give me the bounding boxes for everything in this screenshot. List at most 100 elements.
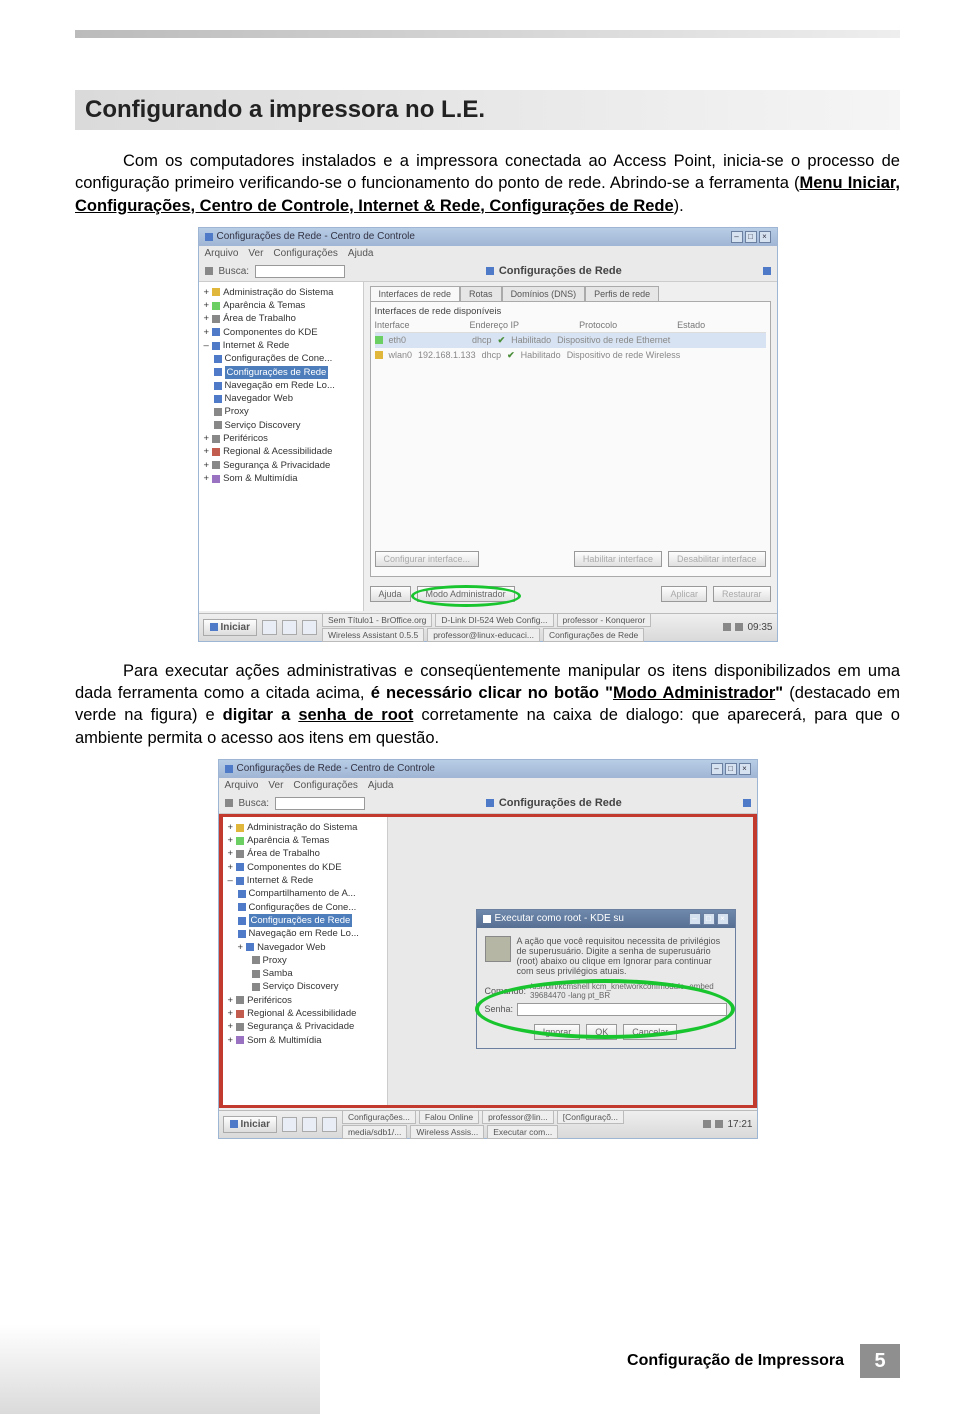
tree-item-selected[interactable]: Configurações de Rede xyxy=(226,914,384,927)
menubar: Arquivo Ver Configurações Ajuda xyxy=(219,778,757,794)
menu-item[interactable]: Configurações xyxy=(293,780,357,791)
maximize-icon[interactable]: □ xyxy=(703,913,715,925)
tree-item[interactable]: Navegação em Rede Lo... xyxy=(202,379,360,392)
dialog-icon xyxy=(483,915,491,923)
tree-item[interactable]: Compartilhamento de A... xyxy=(226,887,384,900)
task-item[interactable]: Configurações... xyxy=(342,1110,416,1124)
tree-item[interactable]: Proxy xyxy=(202,405,360,418)
task-item[interactable]: professor@linux-educaci... xyxy=(427,628,540,642)
minimize-icon[interactable]: – xyxy=(689,913,701,925)
menu-item[interactable]: Arquivo xyxy=(205,248,239,259)
close-icon[interactable]: × xyxy=(739,763,751,775)
tree-item-selected[interactable]: Configurações de Rede xyxy=(202,366,360,379)
task-item[interactable]: Executar com... xyxy=(487,1125,558,1139)
search-input[interactable] xyxy=(275,797,365,810)
tree-item[interactable]: + Periféricos xyxy=(202,432,360,445)
tree-item[interactable]: + Área de Trabalho xyxy=(202,312,360,325)
tray-icon[interactable] xyxy=(322,1117,337,1132)
p2-b1: é necessário clicar no botão " xyxy=(371,684,613,702)
tray-icon[interactable] xyxy=(735,623,743,631)
tree-item[interactable]: + Segurança & Privacidade xyxy=(202,459,360,472)
menu-item[interactable]: Configurações xyxy=(273,248,337,259)
start-button[interactable]: Iniciar xyxy=(223,1116,277,1133)
maximize-icon[interactable]: □ xyxy=(745,231,757,243)
tray-icon[interactable] xyxy=(302,1117,317,1132)
tree-item[interactable]: Serviço Discovery xyxy=(226,980,384,993)
info-icon[interactable] xyxy=(743,799,751,807)
menu-item[interactable]: Ver xyxy=(248,248,263,259)
task-item[interactable]: Wireless Assistant 0.5.5 xyxy=(322,628,424,642)
tree-item[interactable]: + Navegador Web xyxy=(226,941,384,954)
tab-profiles[interactable]: Perfis de rede xyxy=(585,286,659,301)
menu-item[interactable]: Arquivo xyxy=(225,780,259,791)
tree-item[interactable]: + Aparência & Temas xyxy=(226,834,384,847)
close-icon[interactable]: × xyxy=(759,231,771,243)
tree-item[interactable]: + Som & Multimídia xyxy=(202,472,360,485)
search-icon xyxy=(225,799,233,807)
config-iface-button[interactable]: Configurar interface... xyxy=(375,551,480,567)
tree-item[interactable]: Samba xyxy=(226,967,384,980)
tree-item[interactable]: – Internet & Rede xyxy=(226,874,384,887)
apply-button[interactable]: Aplicar xyxy=(661,586,707,602)
sidebar-tree: + Administração do Sistema + Aparência &… xyxy=(199,282,364,611)
volume-icon[interactable] xyxy=(703,1120,711,1128)
task-item[interactable]: professor - Konqueror xyxy=(557,613,652,627)
tree-item[interactable]: + Componentes do KDE xyxy=(226,861,384,874)
app-icon xyxy=(225,765,233,773)
tree-item[interactable]: + Regional & Acessibilidade xyxy=(202,445,360,458)
tree-item[interactable]: + Área de Trabalho xyxy=(226,847,384,860)
minimize-icon[interactable]: – xyxy=(711,763,723,775)
task-item[interactable]: Sem Título1 - BrOffice.org xyxy=(322,613,432,627)
screenshot-1: Configurações de Rede - Centro de Contro… xyxy=(198,227,778,642)
tray-icon[interactable] xyxy=(715,1120,723,1128)
tree-item[interactable]: + Regional & Acessibilidade xyxy=(226,1007,384,1020)
enable-iface-button[interactable]: Habilitar interface xyxy=(574,551,662,567)
task-item[interactable]: professor@lin... xyxy=(482,1110,554,1124)
task-item[interactable]: [Configuraçõ... xyxy=(557,1110,624,1124)
interface-row[interactable]: eth0 dhcp ✔ Habilitado Dispositivo de re… xyxy=(375,333,766,348)
tray-icon[interactable] xyxy=(302,620,317,635)
task-item[interactable]: Wireless Assis... xyxy=(410,1125,484,1139)
tab-routes[interactable]: Rotas xyxy=(460,286,502,301)
task-item[interactable]: Falou Online xyxy=(419,1110,479,1124)
help-button[interactable]: Ajuda xyxy=(370,586,411,602)
task-item[interactable]: media/sdb1/... xyxy=(342,1125,407,1139)
start-button[interactable]: Iniciar xyxy=(203,619,257,636)
menu-item[interactable]: Ajuda xyxy=(348,248,374,259)
maximize-icon[interactable]: □ xyxy=(725,763,737,775)
disable-iface-button[interactable]: Desabilitar interface xyxy=(668,551,766,567)
search-toolbar: Busca: Configurações de Rede xyxy=(219,794,757,814)
tree-item[interactable]: Proxy xyxy=(226,954,384,967)
tree-item[interactable]: + Som & Multimídia xyxy=(226,1034,384,1047)
tree-item[interactable]: + Aparência & Temas xyxy=(202,299,360,312)
tab-dns[interactable]: Domínios (DNS) xyxy=(502,286,586,301)
search-toolbar: Busca: Configurações de Rede xyxy=(199,262,777,282)
task-item[interactable]: D-Link DI-524 Web Config... xyxy=(435,613,553,627)
tree-item[interactable]: Serviço Discovery xyxy=(202,419,360,432)
interface-row[interactable]: wlan0 192.168.1.133 dhcp ✔ Habilitado Di… xyxy=(375,348,766,363)
tree-item[interactable]: Configurações de Cone... xyxy=(226,901,384,914)
task-item[interactable]: Configurações de Rede xyxy=(543,628,644,642)
volume-icon[interactable] xyxy=(723,623,731,631)
close-icon[interactable]: × xyxy=(717,913,729,925)
tray-icon[interactable] xyxy=(282,620,297,635)
info-icon[interactable] xyxy=(763,267,771,275)
tab-interfaces[interactable]: Interfaces de rede xyxy=(370,286,461,301)
tray-icon[interactable] xyxy=(262,620,277,635)
tree-item[interactable]: Configurações de Cone... xyxy=(202,352,360,365)
menu-item[interactable]: Ver xyxy=(268,780,283,791)
tree-item[interactable]: + Periféricos xyxy=(226,994,384,1007)
tree-item[interactable]: + Administração do Sistema xyxy=(226,821,384,834)
tree-item[interactable]: Navegação em Rede Lo... xyxy=(226,927,384,940)
tree-item[interactable]: – Internet & Rede xyxy=(202,339,360,352)
tree-item[interactable]: + Administração do Sistema xyxy=(202,286,360,299)
menu-item[interactable]: Ajuda xyxy=(368,780,394,791)
tree-item[interactable]: + Componentes do KDE xyxy=(202,326,360,339)
window-title: Configurações de Rede - Centro de Contro… xyxy=(217,231,415,242)
minimize-icon[interactable]: – xyxy=(731,231,743,243)
search-input[interactable] xyxy=(255,265,345,278)
tree-item[interactable]: Navegador Web xyxy=(202,392,360,405)
tray-icon[interactable] xyxy=(282,1117,297,1132)
restore-button[interactable]: Restaurar xyxy=(713,586,771,602)
tree-item[interactable]: + Segurança & Privacidade xyxy=(226,1020,384,1033)
